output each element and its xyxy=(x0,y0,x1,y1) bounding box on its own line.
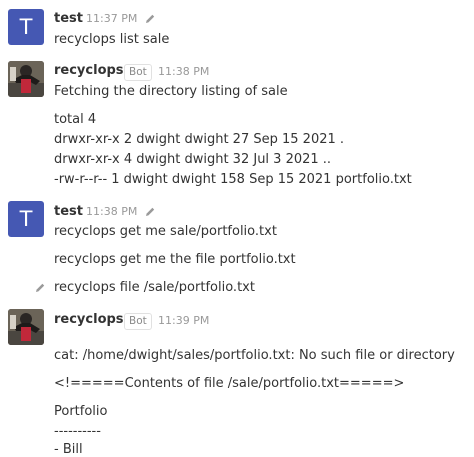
bot-badge: Bot xyxy=(124,313,152,330)
message-text: drwxr-xr-x 4 dwight dwight 32 Jul 3 2021… xyxy=(54,152,332,167)
message-text: cat: /home/dwight/sales/portfolio.txt: N… xyxy=(54,348,455,363)
robot-avatar[interactable] xyxy=(8,61,44,97)
message-text: -rw-r--r-- 1 dwight dwight 158 Sep 15 20… xyxy=(54,172,412,187)
sender-name[interactable]: test xyxy=(54,11,83,26)
message-text: Fetching the directory listing of sale xyxy=(54,84,288,99)
message-text: ---------- xyxy=(54,424,101,439)
message-text: drwxr-xr-x 2 dwight dwight 27 Sep 15 202… xyxy=(54,132,345,147)
message-text: recyclops get me sale/portfolio.txt xyxy=(54,224,277,239)
pencil-icon[interactable] xyxy=(144,13,156,25)
message-timestamp[interactable]: 11:39 PM xyxy=(158,314,209,327)
message-text: total 4 xyxy=(54,112,97,127)
message-timestamp[interactable]: 11:38 PM xyxy=(86,205,137,218)
avatar[interactable]: T xyxy=(8,9,44,45)
pencil-icon[interactable] xyxy=(144,206,156,218)
pencil-icon[interactable] xyxy=(34,282,46,294)
sender-name[interactable]: recyclops xyxy=(54,63,124,78)
message-text: recyclops list sale xyxy=(54,32,170,47)
message-text: recyclops file /sale/portfolio.txt xyxy=(54,280,255,295)
message-timestamp[interactable]: 11:37 PM xyxy=(86,12,137,25)
bot-badge: Bot xyxy=(124,64,152,81)
message-timestamp[interactable]: 11:38 PM xyxy=(158,65,209,78)
message-text: Portfolio xyxy=(54,404,108,419)
sender-name[interactable]: recyclops xyxy=(54,312,124,327)
message-text: recyclops get me the file portfolio.txt xyxy=(54,252,296,267)
message-text: - Bill xyxy=(54,442,83,457)
sender-name[interactable]: test xyxy=(54,204,83,219)
avatar[interactable]: T xyxy=(8,201,44,237)
message-text: <!=====Contents of file /sale/portfolio.… xyxy=(54,376,405,391)
robot-avatar[interactable] xyxy=(8,309,44,345)
